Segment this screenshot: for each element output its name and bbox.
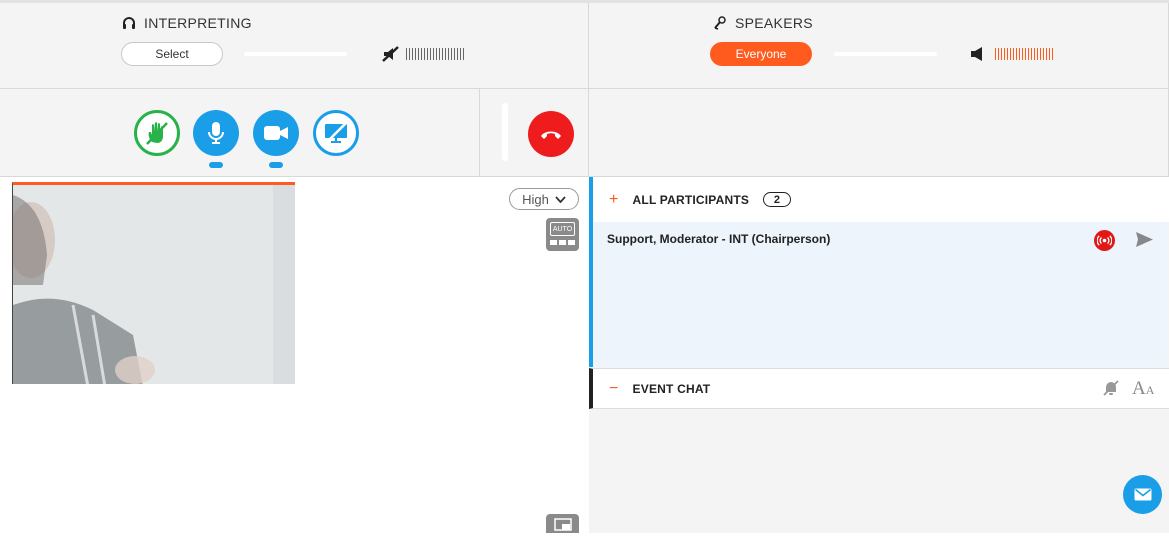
send-message-icon[interactable] xyxy=(1136,232,1153,247)
camera-button[interactable] xyxy=(253,110,299,156)
font-size-icon-small: A xyxy=(1145,383,1155,397)
control-divider xyxy=(502,103,508,161)
speakers-title: SPEAKERS xyxy=(735,15,813,31)
headphones-icon xyxy=(123,17,135,29)
speakers-audience-button[interactable]: Everyone xyxy=(710,42,812,66)
event-chat-title: EVENT CHAT xyxy=(632,381,711,396)
self-video-preview[interactable] xyxy=(12,182,295,384)
screen-share-off-icon xyxy=(325,122,347,144)
speaker-icon[interactable] xyxy=(970,46,984,62)
participants-expand-icon[interactable]: + xyxy=(609,191,619,209)
speakers-controls-panel xyxy=(589,89,1169,177)
messages-button[interactable] xyxy=(1123,475,1162,514)
auto-label: AUTO xyxy=(550,222,575,236)
top-control-bar: INTERPRETING Select SPEAKERS Everyone xyxy=(0,0,1169,177)
notification-muted-icon[interactable] xyxy=(1103,380,1119,396)
speakers-volume-meter xyxy=(995,48,1053,60)
video-quality-select[interactable]: High xyxy=(509,188,579,210)
hang-up-button[interactable] xyxy=(528,111,574,157)
chevron-down-icon xyxy=(555,195,566,203)
hang-up-icon xyxy=(541,131,561,139)
speakers-panel: SPEAKERS Everyone xyxy=(589,3,1169,89)
participants-section-header[interactable]: + ALL PARTICIPANTS 2 xyxy=(589,177,1169,222)
media-controls-panel xyxy=(0,89,480,177)
raise-hand-button[interactable] xyxy=(134,110,180,156)
picture-in-picture-icon xyxy=(554,518,572,531)
microphone-button[interactable] xyxy=(193,110,239,156)
video-quality-label: High xyxy=(522,191,549,207)
event-chat-body xyxy=(589,409,1169,533)
camera-settings-indicator[interactable] xyxy=(269,162,283,168)
participant-video-image xyxy=(13,185,295,384)
participants-list: Support, Moderator - INT (Chairperson) xyxy=(589,222,1167,367)
speaker-muted-icon[interactable] xyxy=(382,46,400,62)
broadcast-status-icon[interactable] xyxy=(1094,230,1115,251)
language-select-button[interactable]: Select xyxy=(121,42,223,66)
event-chat-section-header[interactable]: − EVENT CHAT xyxy=(589,368,1169,409)
font-size-button[interactable]: AA xyxy=(1132,378,1154,400)
layout-tile-icon xyxy=(559,240,566,245)
event-chat-collapse-icon[interactable]: − xyxy=(609,380,619,398)
font-size-icon-large: A xyxy=(1132,378,1146,399)
broadcast-waves-icon xyxy=(1097,235,1112,246)
camera-icon xyxy=(264,126,288,140)
participant-name[interactable]: Support, Moderator - INT (Chairperson) xyxy=(607,232,830,246)
screen-share-button[interactable] xyxy=(313,110,359,156)
participants-title: ALL PARTICIPANTS xyxy=(632,192,750,207)
speakers-header: SPEAKERS xyxy=(713,15,813,31)
hang-up-panel xyxy=(480,89,589,177)
interpreting-panel: INTERPRETING Select xyxy=(0,3,589,89)
microphone-settings-indicator[interactable] xyxy=(209,162,223,168)
raise-hand-icon xyxy=(146,122,168,145)
layout-tile-icon xyxy=(568,240,575,245)
interpreting-header: INTERPRETING xyxy=(122,15,252,31)
envelope-icon xyxy=(1134,488,1151,501)
podium-microphone-icon xyxy=(714,16,726,30)
interpreting-title: INTERPRETING xyxy=(144,15,252,31)
speakers-volume-slider[interactable] xyxy=(834,52,937,56)
layout-tile-icon xyxy=(550,240,557,245)
interpreting-volume-slider[interactable] xyxy=(244,52,347,56)
auto-layout-button[interactable]: AUTO xyxy=(546,218,579,251)
interpreting-volume-meter xyxy=(406,48,464,60)
participants-count-badge: 2 xyxy=(763,192,792,207)
pip-toggle-button[interactable] xyxy=(546,514,579,533)
microphone-icon xyxy=(208,122,224,144)
